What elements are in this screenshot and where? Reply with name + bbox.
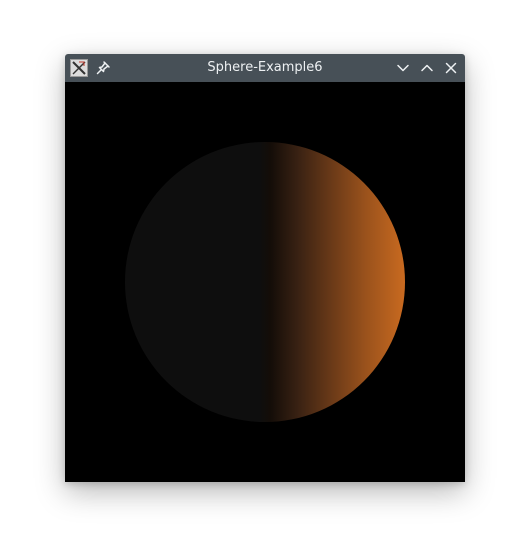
title-bar[interactable]: Sphere-Example6 <box>65 54 465 82</box>
shaded-sphere <box>125 142 405 422</box>
close-icon[interactable] <box>443 60 459 76</box>
chevron-down-icon[interactable] <box>395 60 411 76</box>
chevron-up-icon[interactable] <box>419 60 435 76</box>
app-window: Sphere-Example6 <box>65 54 465 482</box>
render-canvas[interactable] <box>65 82 465 482</box>
